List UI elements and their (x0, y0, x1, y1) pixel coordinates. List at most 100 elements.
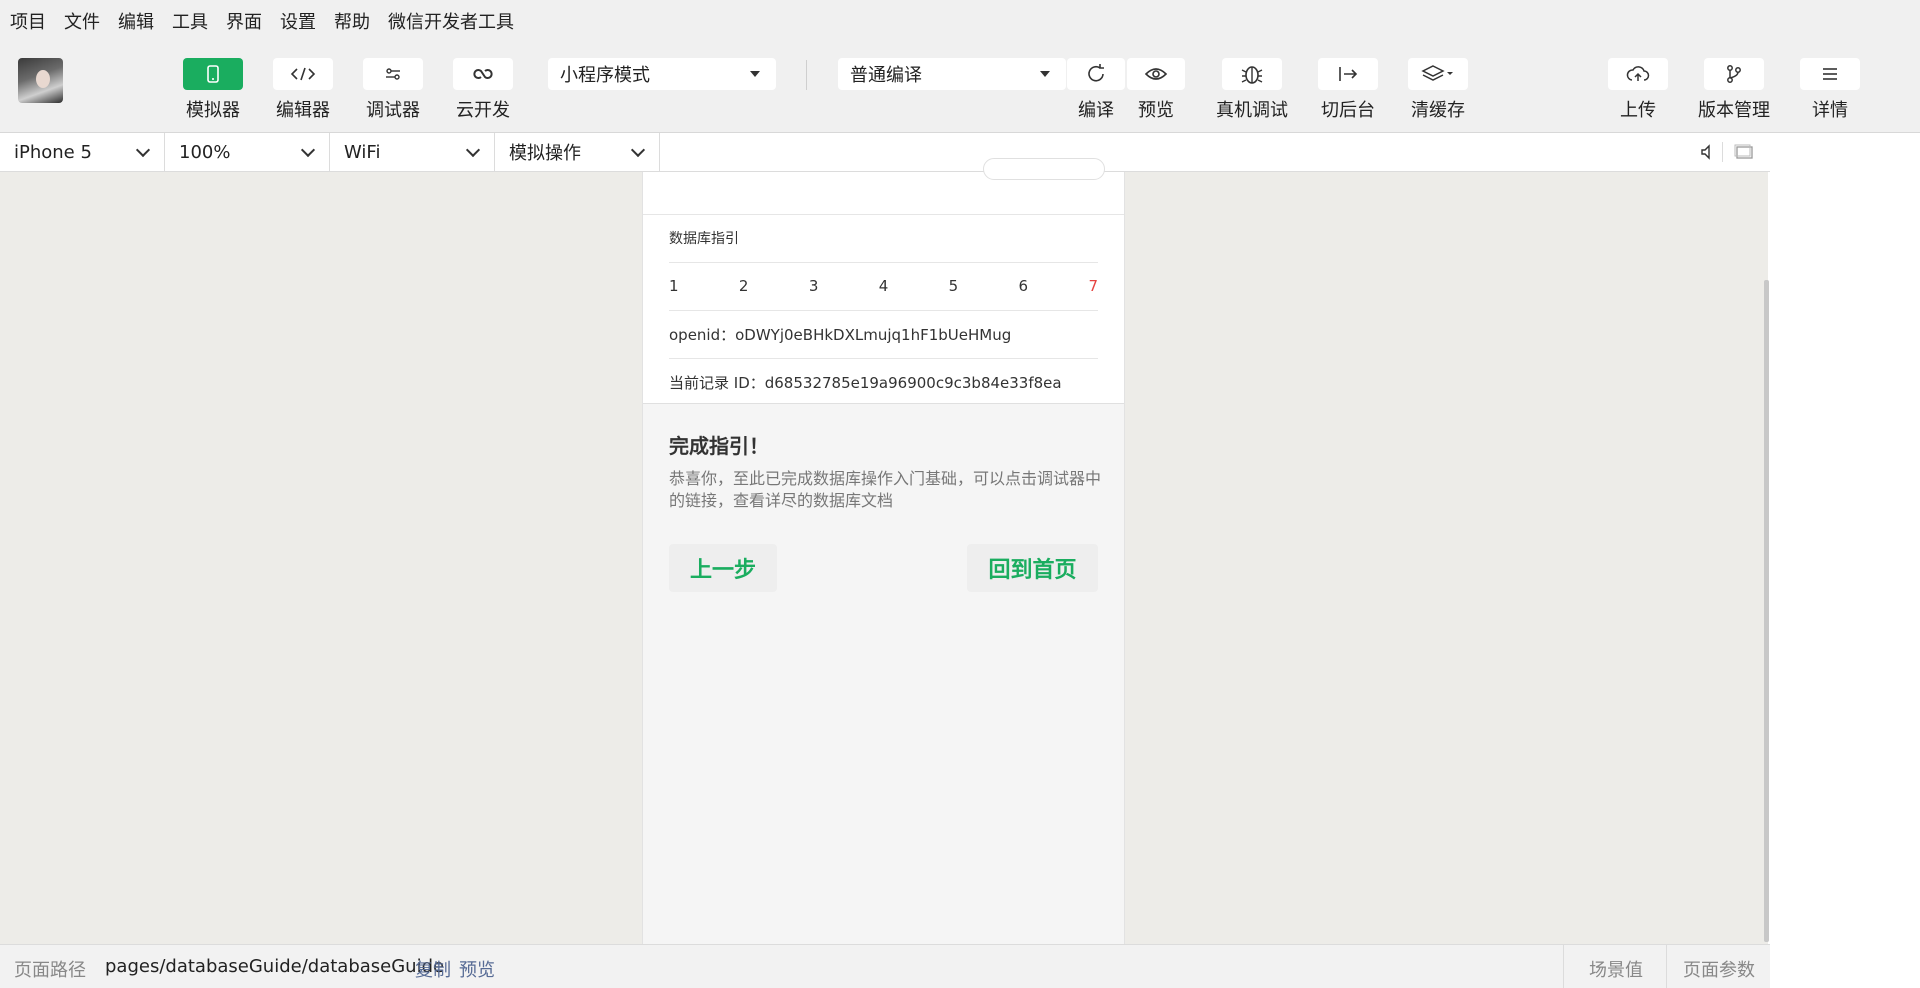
speaker-icon[interactable] (1699, 144, 1715, 160)
zoom-select[interactable]: 100% (165, 133, 330, 171)
version-button[interactable] (1704, 58, 1764, 90)
compile-tool[interactable]: 编译 (1067, 58, 1125, 122)
simulate-operation-select[interactable]: 模拟操作 (495, 133, 660, 171)
mode-select[interactable]: 小程序模式 (548, 58, 776, 90)
preview-label: 预览 (1138, 100, 1174, 121)
remote-debug-button[interactable] (1222, 58, 1282, 90)
chevron-down-icon (630, 142, 646, 158)
step-item[interactable]: 1 (669, 277, 679, 295)
menu-bar: 项目 文件 编辑 工具 界面 设置 帮助 微信开发者工具 (0, 0, 1920, 42)
chevron-down-icon (135, 142, 151, 158)
debugger-button[interactable] (363, 58, 423, 90)
page-path-label: 页面路径 (14, 960, 86, 981)
avatar[interactable] (18, 58, 63, 103)
upload-tool[interactable]: 上传 (1608, 58, 1668, 122)
background-label: 切后台 (1321, 100, 1375, 121)
caret-down-icon (1040, 71, 1050, 77)
cloud-upload-icon (1626, 66, 1650, 81)
remote-debug-label: 真机调试 (1216, 100, 1288, 121)
switch-background-icon (1339, 67, 1358, 81)
editor-button[interactable] (273, 58, 333, 90)
step-item[interactable]: 4 (879, 277, 889, 295)
layers-icon (1421, 65, 1453, 81)
scene-value-button[interactable]: 场景值 (1589, 956, 1643, 982)
menu-tools[interactable]: 工具 (162, 8, 216, 34)
preview-button[interactable] (1127, 58, 1185, 90)
zoom-value: 100% (179, 141, 231, 163)
stage-scrollbar[interactable] (1764, 280, 1769, 942)
menu-view[interactable]: 界面 (216, 8, 270, 34)
simulator-tool[interactable]: 模拟器 (183, 58, 243, 122)
clear-cache-tool[interactable]: 清缓存 (1408, 58, 1468, 122)
openid-row: openid：oDWYj0eBHkDXLmujq1hF1bUeHMug (669, 324, 1098, 359)
step-item-current[interactable]: 7 (1088, 277, 1098, 295)
right-panel (1770, 133, 1920, 987)
code-icon (290, 67, 316, 81)
debugger-tool[interactable]: 调试器 (363, 58, 423, 122)
status-divider (1666, 945, 1667, 988)
step-item[interactable]: 6 (1019, 277, 1029, 295)
simulate-operation-value: 模拟操作 (509, 143, 581, 164)
clear-cache-button[interactable] (1408, 58, 1468, 90)
status-divider (1563, 945, 1564, 988)
menu-project[interactable]: 项目 (0, 8, 54, 34)
sliders-icon (386, 68, 400, 80)
remote-debug-tool[interactable]: 真机调试 (1216, 58, 1288, 122)
back-home-button[interactable]: 回到首页 (967, 544, 1098, 592)
simulator-label: 模拟器 (186, 100, 240, 121)
chevron-down-icon (465, 142, 481, 158)
menu-lines-icon (1823, 68, 1837, 80)
device-bar-divider (1722, 142, 1723, 162)
preview-tool[interactable]: 预览 (1127, 58, 1185, 122)
menu-edit[interactable]: 编辑 (108, 8, 162, 34)
compile-mode-value: 普通编译 (850, 65, 922, 86)
done-text: 恭喜你，至此已完成数据库操作入门基础，可以点击调试器中的链接，查看详尽的数据库文… (669, 469, 1102, 510)
refresh-icon (1088, 64, 1104, 82)
partial-button[interactable] (983, 158, 1105, 180)
compile-mode-select[interactable]: 普通编译 (838, 58, 1066, 90)
prev-step-button[interactable]: 上一步 (669, 544, 777, 592)
network-value: WiFi (344, 141, 381, 163)
record-id-row: 当前记录 ID：d68532785e19a96900c9c3b84e33f8ea (669, 374, 1062, 392)
device-bar: iPhone 5 100% WiFi 模拟操作 (0, 133, 1770, 172)
bug-icon (1241, 66, 1263, 84)
step-item[interactable]: 5 (949, 277, 959, 295)
step-indicator: 1 2 3 4 5 6 7 (669, 277, 1098, 295)
menu-wechat-devtools[interactable]: 微信开发者工具 (378, 8, 522, 34)
compile-label: 编译 (1078, 100, 1114, 121)
step-item[interactable]: 3 (809, 277, 819, 295)
background-tool[interactable]: 切后台 (1318, 58, 1378, 122)
device-model-value: iPhone 5 (14, 141, 92, 163)
network-select[interactable]: WiFi (330, 133, 495, 171)
version-tool[interactable]: 版本管理 (1698, 58, 1770, 122)
cloud-button[interactable] (453, 58, 513, 90)
menu-settings[interactable]: 设置 (270, 8, 324, 34)
preview-path-link[interactable]: 预览 (459, 956, 495, 982)
editor-tool[interactable]: 编辑器 (273, 58, 333, 122)
window-icon[interactable] (1734, 144, 1754, 160)
mode-select-value: 小程序模式 (560, 65, 650, 86)
compile-button[interactable] (1067, 58, 1125, 90)
status-bar: 页面路径 pages/databaseGuide/databaseGuide 复… (0, 944, 1770, 988)
debugger-label: 调试器 (366, 100, 420, 121)
simulator-button[interactable] (183, 58, 243, 90)
step-item[interactable]: 2 (739, 277, 749, 295)
device-model-select[interactable]: iPhone 5 (0, 133, 165, 171)
page-path-value: pages/databaseGuide/databaseGuide (105, 956, 445, 977)
eye-icon (1144, 68, 1168, 80)
phone-icon (207, 65, 219, 83)
menu-help[interactable]: 帮助 (324, 8, 378, 34)
upload-button[interactable] (1608, 58, 1668, 90)
phone-screen: 数据库指引 1 2 3 4 5 6 7 openid：oDWYj0eBHkDXL… (642, 158, 1125, 944)
menu-file[interactable]: 文件 (54, 8, 108, 34)
background-button[interactable] (1318, 58, 1378, 90)
cloud-tool[interactable]: 云开发 (453, 58, 513, 122)
divider (643, 214, 1124, 215)
details-button[interactable] (1800, 58, 1860, 90)
details-tool[interactable]: 详情 (1800, 58, 1860, 122)
toolbar: 模拟器 编辑器 调试器 云开发 小程序模式 普通编译 编译 预览 真机调试 切后… (0, 42, 1920, 133)
caret-down-icon (750, 71, 760, 77)
upload-label: 上传 (1620, 100, 1656, 121)
page-params-button[interactable]: 页面参数 (1683, 956, 1755, 982)
copy-path-link[interactable]: 复制 (415, 956, 451, 982)
